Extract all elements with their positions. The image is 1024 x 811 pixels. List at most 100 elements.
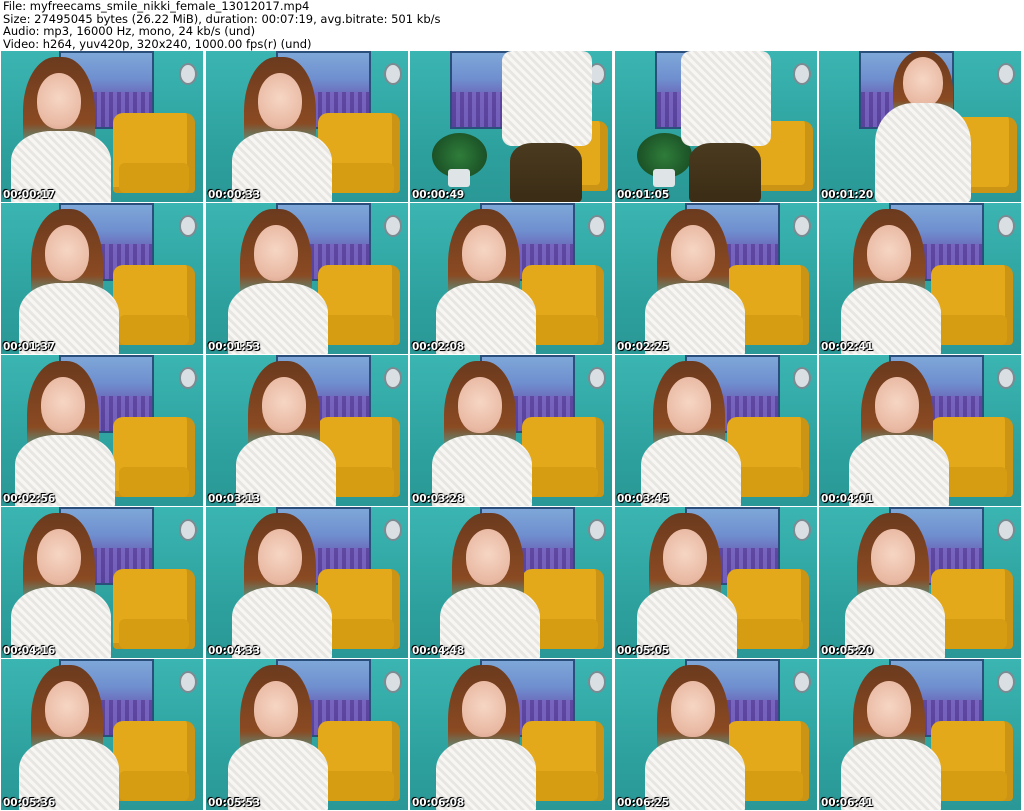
video-frame-thumbnail: 00:01:05 bbox=[615, 51, 817, 202]
video-frame-thumbnail: 00:01:20 bbox=[819, 51, 1021, 202]
person-face bbox=[867, 225, 911, 281]
armchair-seat bbox=[324, 619, 394, 649]
frame-scene bbox=[410, 203, 612, 354]
video-frame-thumbnail: 00:01:53 bbox=[206, 203, 408, 354]
person-face bbox=[37, 73, 81, 129]
person-face bbox=[41, 377, 85, 433]
frame-scene bbox=[819, 659, 1021, 810]
person-face bbox=[867, 681, 911, 737]
wall-clock-icon bbox=[997, 671, 1015, 693]
frame-timestamp: 00:06:08 bbox=[412, 797, 465, 809]
video-info-line: Video: h264, yuv420p, 320x240, 1000.00 f… bbox=[3, 36, 312, 51]
person-face bbox=[667, 377, 711, 433]
wall-clock-icon bbox=[793, 215, 811, 237]
person-face bbox=[663, 529, 707, 585]
video-frame-thumbnail: 00:03:13 bbox=[206, 355, 408, 506]
frame-scene bbox=[615, 355, 817, 506]
armchair-seat bbox=[528, 467, 598, 497]
frame-scene bbox=[1, 507, 203, 658]
frame-timestamp: 00:00:33 bbox=[208, 189, 261, 201]
frame-timestamp: 00:02:08 bbox=[412, 341, 465, 353]
wall-clock-icon bbox=[179, 63, 197, 85]
wall-clock-icon bbox=[179, 367, 197, 389]
person-legs bbox=[689, 143, 761, 202]
armchair-seat bbox=[119, 163, 189, 193]
person-face bbox=[462, 225, 506, 281]
frame-scene bbox=[410, 659, 612, 810]
armchair-seat bbox=[937, 315, 1007, 345]
frame-timestamp: 00:00:49 bbox=[412, 189, 465, 201]
armchair-seat bbox=[119, 315, 189, 345]
person-face bbox=[671, 225, 715, 281]
video-frame-thumbnail: 00:05:05 bbox=[615, 507, 817, 658]
armchair-seat bbox=[528, 315, 598, 345]
armchair-seat bbox=[733, 619, 803, 649]
frame-timestamp: 00:03:28 bbox=[412, 493, 465, 505]
armchair-seat bbox=[324, 163, 394, 193]
video-frame-thumbnail: 00:05:36 bbox=[1, 659, 203, 810]
plant-pot bbox=[653, 169, 675, 187]
wall-clock-icon bbox=[793, 63, 811, 85]
frame-timestamp: 00:00:17 bbox=[3, 189, 56, 201]
frame-timestamp: 00:05:53 bbox=[208, 797, 261, 809]
wall-clock-icon bbox=[997, 367, 1015, 389]
video-frame-thumbnail: 00:03:45 bbox=[615, 355, 817, 506]
frame-timestamp: 00:02:56 bbox=[3, 493, 56, 505]
video-frame-thumbnail: 00:04:01 bbox=[819, 355, 1021, 506]
video-frame-thumbnail: 00:04:48 bbox=[410, 507, 612, 658]
armchair-seat bbox=[937, 619, 1007, 649]
armchair-seat bbox=[324, 315, 394, 345]
wall-clock-icon bbox=[588, 519, 606, 541]
frame-timestamp: 00:01:37 bbox=[3, 341, 56, 353]
frame-scene bbox=[1, 203, 203, 354]
wall-clock-icon bbox=[384, 63, 402, 85]
wall-clock-icon bbox=[793, 671, 811, 693]
person-face bbox=[458, 377, 502, 433]
frame-scene bbox=[615, 51, 817, 202]
frame-timestamp: 00:04:16 bbox=[3, 645, 56, 657]
wall-clock-icon bbox=[588, 367, 606, 389]
video-frame-thumbnail: 00:00:33 bbox=[206, 51, 408, 202]
frame-scene bbox=[819, 355, 1021, 506]
frame-timestamp: 00:04:01 bbox=[821, 493, 874, 505]
file-info-header: File: myfreecams_smile_nikki_female_1301… bbox=[3, 0, 441, 50]
wall-clock-icon bbox=[588, 215, 606, 237]
person-legs bbox=[510, 143, 582, 202]
frame-scene bbox=[819, 507, 1021, 658]
video-frame-thumbnail: 00:02:56 bbox=[1, 355, 203, 506]
armchair-seat bbox=[937, 771, 1007, 801]
frame-scene bbox=[206, 203, 408, 354]
frame-scene bbox=[206, 507, 408, 658]
person-face bbox=[45, 225, 89, 281]
armchair-seat bbox=[119, 467, 189, 497]
frame-scene bbox=[206, 51, 408, 202]
person-face bbox=[262, 377, 306, 433]
wall-clock-icon bbox=[997, 519, 1015, 541]
video-frame-thumbnail: 00:02:25 bbox=[615, 203, 817, 354]
thumbnail-grid: 00:00:17 00:00:33 00:00:49 00:01:05 00:01:20… bbox=[0, 51, 1024, 811]
frame-scene bbox=[1, 355, 203, 506]
frame-timestamp: 00:05:36 bbox=[3, 797, 56, 809]
wall-clock-icon bbox=[179, 215, 197, 237]
wall-clock-icon bbox=[384, 519, 402, 541]
armchair-seat bbox=[324, 771, 394, 801]
frame-timestamp: 00:04:48 bbox=[412, 645, 465, 657]
plant-pot bbox=[448, 169, 470, 187]
frame-scene bbox=[410, 51, 612, 202]
frame-scene bbox=[410, 355, 612, 506]
frame-timestamp: 00:02:25 bbox=[617, 341, 670, 353]
frame-timestamp: 00:02:41 bbox=[821, 341, 874, 353]
person-face bbox=[875, 377, 919, 433]
person-face bbox=[45, 681, 89, 737]
video-frame-thumbnail: 00:04:16 bbox=[1, 507, 203, 658]
frame-scene bbox=[206, 659, 408, 810]
person-face bbox=[903, 57, 943, 107]
frame-timestamp: 00:06:41 bbox=[821, 797, 874, 809]
wall-clock-icon bbox=[179, 519, 197, 541]
wall-clock-icon bbox=[384, 367, 402, 389]
wall-clock-icon bbox=[793, 519, 811, 541]
wall-clock-icon bbox=[997, 215, 1015, 237]
armchair-seat bbox=[119, 771, 189, 801]
video-frame-thumbnail: 00:06:08 bbox=[410, 659, 612, 810]
person-face bbox=[671, 681, 715, 737]
